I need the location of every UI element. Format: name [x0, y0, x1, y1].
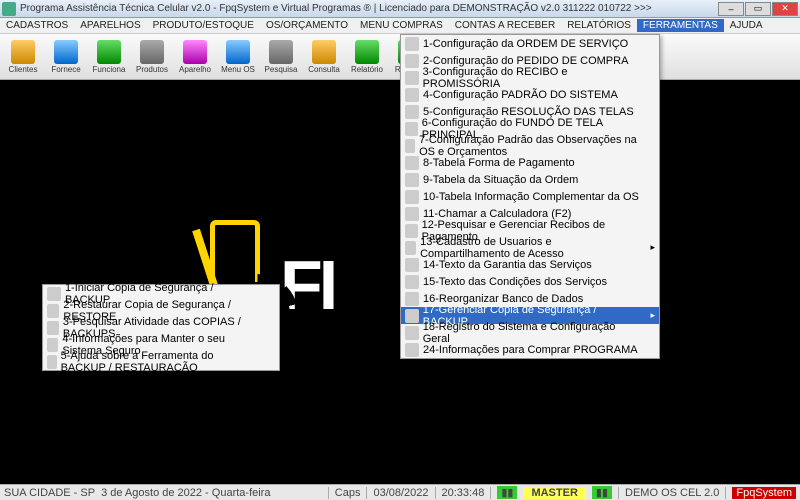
submenu-item-4[interactable]: 5-Ajuda sobre a Ferramenta do BACKUP / R… — [43, 353, 279, 370]
menubar: CADASTROSAPARELHOSPRODUTO/ESTOQUEOS/ORÇA… — [0, 18, 800, 34]
toolbar-pesquisa[interactable]: Pesquisa — [260, 36, 302, 78]
menu-item-icon — [405, 275, 419, 289]
toolbar-aparelho[interactable]: Aparelho — [174, 36, 216, 78]
menu-item-icon — [405, 343, 419, 357]
status-indicator2: ▮▮ — [592, 486, 612, 499]
minimize-button[interactable]: – — [718, 2, 744, 16]
menu-menu compras[interactable]: MENU COMPRAS — [354, 19, 449, 32]
menu-item-3[interactable]: 4-Configuração PADRÃO DO SISTEMA — [401, 86, 659, 103]
submenu-arrow-icon: ▸ — [650, 242, 655, 253]
titlebar: Programa Assistência Técnica Celular v2.… — [0, 0, 800, 18]
status-indicator: ▮▮ — [497, 486, 517, 499]
menu-item-icon — [405, 37, 419, 51]
menu-item-icon — [405, 122, 418, 136]
menu-item-icon — [405, 71, 419, 85]
window-title: Programa Assistência Técnica Celular v2.… — [20, 3, 718, 14]
status-brand: FpqSystem — [732, 487, 796, 499]
produtos-icon — [140, 40, 164, 64]
toolbar-consulta[interactable]: Consulta — [303, 36, 345, 78]
menu-item-17[interactable]: 18-Registro do Sistema e Configuração Ge… — [401, 324, 659, 341]
menu-item-6[interactable]: 7-Configuração Padrão das Observações na… — [401, 137, 659, 154]
toolbar-produtos[interactable]: Produtos — [131, 36, 173, 78]
statusbar: SUA CIDADE - SP 3 de Agosto de 2022 - Qu… — [0, 484, 800, 500]
menu-item-14[interactable]: 15-Texto das Condições dos Serviços — [401, 273, 659, 290]
toolbar-funciona[interactable]: Funciona — [88, 36, 130, 78]
status-demo: DEMO OS CEL 2.0 — [625, 487, 719, 499]
ferramentas-dropdown: 1-Configuração da ORDEM DE SERVIÇO2-Conf… — [400, 34, 660, 359]
menu-item-8[interactable]: 9-Tabela da Situação da Ordem — [401, 171, 659, 188]
maximize-button[interactable]: ▭ — [745, 2, 771, 16]
toolbar-relatório[interactable]: Relatório — [346, 36, 388, 78]
fornece-icon — [54, 40, 78, 64]
menu-item-icon — [405, 241, 416, 255]
aparelho-icon — [183, 40, 207, 64]
status-caps: Caps — [335, 487, 361, 499]
menu-relatórios[interactable]: RELATÓRIOS — [561, 19, 637, 32]
menu-item-7[interactable]: 8-Tabela Forma de Pagamento — [401, 154, 659, 171]
backup-submenu: 1-Iniciar Copia de Segurança / BACKUP2-R… — [42, 284, 280, 371]
status-master: MASTER — [523, 487, 585, 499]
submenu-item-icon — [47, 338, 58, 352]
toolbar-fornece[interactable]: Fornece — [45, 36, 87, 78]
menu-item-icon — [405, 156, 419, 170]
menu-produto/estoque[interactable]: PRODUTO/ESTOQUE — [147, 19, 260, 32]
menu-item-13[interactable]: 14-Texto da Garantia das Serviços — [401, 256, 659, 273]
menu-cadastros[interactable]: CADASTROS — [0, 19, 74, 32]
status-date: 03/08/2022 — [373, 487, 428, 499]
menu-item-icon — [405, 309, 419, 323]
menu-contas a receber[interactable]: CONTAS A RECEBER — [449, 19, 561, 32]
menu-item-18[interactable]: 24-Informações para Comprar PROGRAMA — [401, 341, 659, 358]
menu-item-icon — [405, 258, 419, 272]
menu-item-icon — [405, 224, 418, 238]
menu-item-icon — [405, 326, 419, 340]
menu-item-icon — [405, 207, 419, 221]
pesquisa-icon — [269, 40, 293, 64]
menu-item-9[interactable]: 10-Tabela Informação Complementar da OS — [401, 188, 659, 205]
submenu-item-icon — [47, 304, 59, 318]
clientes-icon — [11, 40, 35, 64]
menu-item-icon — [405, 173, 419, 187]
menu os-icon — [226, 40, 250, 64]
menu-item-icon — [405, 54, 419, 68]
status-time: 20:33:48 — [442, 487, 485, 499]
status-location: SUA CIDADE - SP — [4, 487, 95, 499]
consulta-icon — [312, 40, 336, 64]
menu-item-icon — [405, 105, 419, 119]
relatório-icon — [355, 40, 379, 64]
menu-item-icon — [405, 88, 419, 102]
menu-ferramentas[interactable]: FERRAMENTAS — [637, 19, 724, 32]
window-controls: – ▭ ✕ — [718, 2, 798, 16]
menu-item-icon — [405, 292, 419, 306]
submenu-arrow-icon: ▸ — [650, 310, 655, 321]
menu-item-2[interactable]: 3-Configuração do RECIBO e PROMISSÓRIA — [401, 69, 659, 86]
menu-os/orçamento[interactable]: OS/ORÇAMENTO — [260, 19, 354, 32]
submenu-item-icon — [47, 355, 57, 369]
close-button[interactable]: ✕ — [772, 2, 798, 16]
submenu-item-icon — [47, 321, 59, 335]
menu-item-icon — [405, 139, 415, 153]
app-icon — [2, 2, 16, 16]
toolbar-menu os[interactable]: Menu OS — [217, 36, 259, 78]
status-date-long: 3 de Agosto de 2022 - Quarta-feira — [101, 487, 270, 499]
menu-item-0[interactable]: 1-Configuração da ORDEM DE SERVIÇO — [401, 35, 659, 52]
menu-item-icon — [405, 190, 419, 204]
toolbar-clientes[interactable]: Clientes — [2, 36, 44, 78]
funciona-icon — [97, 40, 121, 64]
menu-item-12[interactable]: 13-Cadastro de Usuarios e Compartilhamen… — [401, 239, 659, 256]
menu-ajuda[interactable]: AJUDA — [724, 19, 769, 32]
submenu-item-icon — [47, 287, 61, 301]
menu-aparelhos[interactable]: APARELHOS — [74, 19, 146, 32]
